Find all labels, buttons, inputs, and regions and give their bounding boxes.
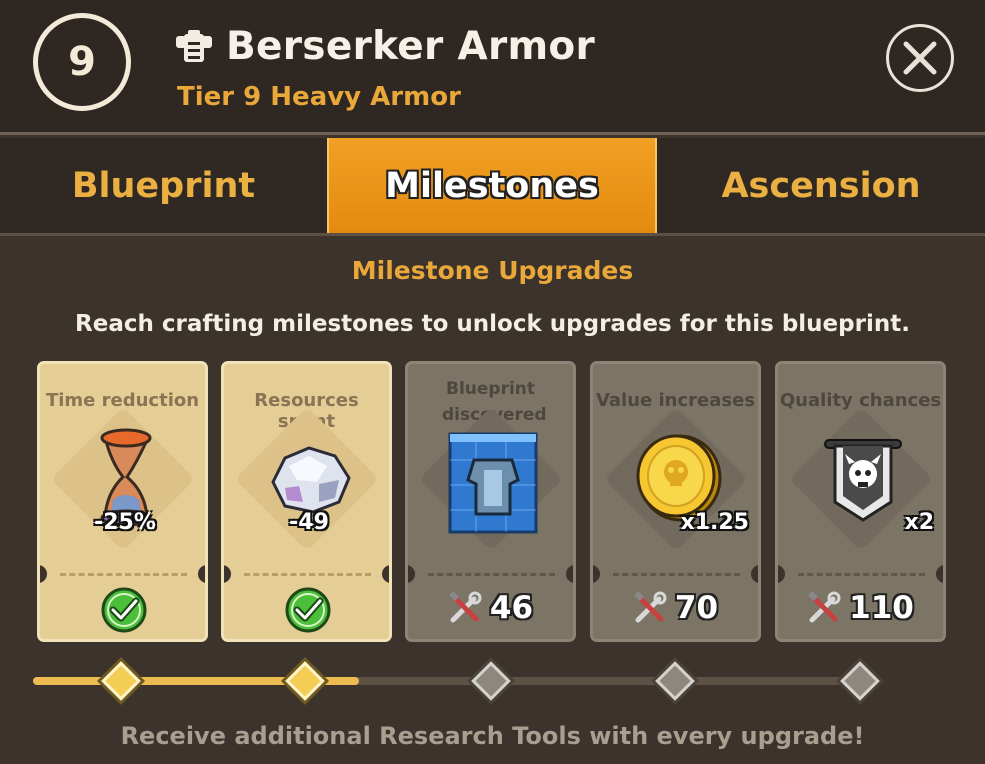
cost-value: 110 [849,590,914,626]
milestone-label: Time reduction [45,390,200,411]
research-tools-icon [448,591,482,623]
ticket-notch [40,565,47,583]
milestone-card-quality-chances[interactable]: Quality chances x2 110 [775,361,946,642]
milestone-cost: 46 [408,590,573,626]
milestone-amount: x1.25 [680,510,749,535]
cost-value: 46 [489,590,534,626]
milestone-label: Quality chances [779,390,942,411]
ticket-notch [936,565,943,583]
blueprint-icon [448,432,538,534]
ticket-notch [778,565,785,583]
milestone-marker [655,661,695,701]
close-icon [903,41,937,75]
milestone-amount: -49 [289,510,329,535]
tab-milestones[interactable]: Milestones [327,138,657,233]
card-divider [244,573,371,576]
card-divider [428,573,555,576]
tab-ascension[interactable]: Ascension [657,138,985,233]
ticket-notch [198,565,205,583]
section-description: Reach crafting milestones to unlock upgr… [75,311,910,337]
card-divider [613,573,740,576]
ticket-notch [382,565,389,583]
cost-value: 70 [674,590,719,626]
milestone-marker [285,661,325,701]
milestone-cost: 110 [778,590,943,626]
milestone-amount: -25% [94,510,156,535]
footer-note: Receive additional Research Tools with e… [120,722,865,750]
ticket-notch [593,565,600,583]
checkmark-icon [101,587,147,633]
tab-blueprint[interactable]: Blueprint [0,138,327,233]
research-tools-icon [808,591,841,623]
ticket-notch [408,565,415,583]
milestone-cost: 70 [593,590,758,626]
milestone-label: Value increases [595,390,756,411]
item-header: 9 Berserker Armor Tier 9 Heavy Armor [0,0,985,135]
milestone-marker [101,661,141,701]
research-tools-icon [633,591,667,623]
card-divider [798,573,925,576]
close-button[interactable] [886,24,954,92]
ticket-notch [566,565,573,583]
tab-bar: Blueprint Milestones Ascension [0,138,985,236]
item-title: Berserker Armor [226,24,596,69]
milestone-marker [840,661,880,701]
milestone-progress-track [33,677,843,685]
section-title: Milestone Upgrades [351,256,634,285]
milestone-card-time-reduction[interactable]: Time reduction -25% [37,361,208,642]
milestones-panel: 9 Berserker Armor Tier 9 Heavy Armor Blu… [0,0,985,764]
card-divider [60,573,187,576]
armor-icon [176,30,212,62]
item-subtitle: Tier 9 Heavy Armor [177,82,461,112]
checkmark-icon [285,587,331,633]
ticket-notch [751,565,758,583]
milestone-card-blueprint-discovered[interactable]: Blueprint discovered 46 [405,361,576,642]
tier-badge: 9 [33,13,131,111]
milestone-card-resources-spent[interactable]: Resources spent -49 [221,361,392,642]
milestone-card-value-increases[interactable]: Value increases x1.25 70 [590,361,761,642]
ticket-notch [224,565,231,583]
milestone-amount: x2 [904,510,935,535]
milestone-marker [471,661,511,701]
